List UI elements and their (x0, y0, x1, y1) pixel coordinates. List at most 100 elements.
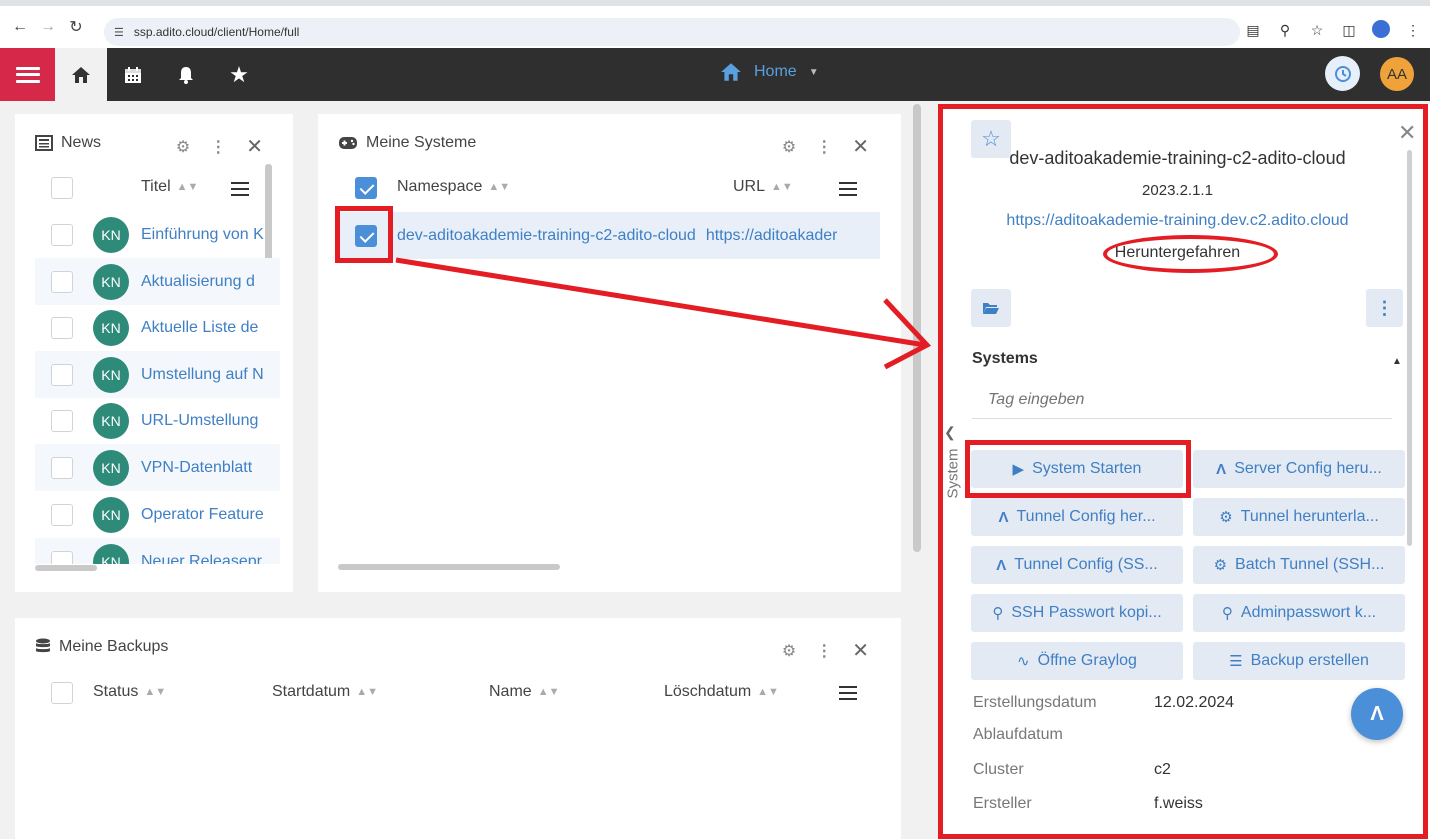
translate-icon[interactable]: ▤ (1244, 22, 1262, 39)
column-label: Name (489, 683, 532, 700)
news-link[interactable]: VPN-Datenblatt (141, 459, 252, 477)
close-icon[interactable]: ✕ (246, 134, 263, 159)
row-checkbox[interactable] (51, 503, 73, 526)
settings-gear-icon[interactable]: ⚙ (176, 137, 190, 157)
user-avatar[interactable]: AA (1380, 57, 1414, 91)
column-label: URL (733, 178, 766, 195)
main-menu-button[interactable] (0, 48, 55, 101)
hamburger-icon (15, 66, 40, 83)
row-checkbox[interactable] (51, 409, 73, 432)
news-link[interactable]: URL-Umstellung (141, 412, 258, 430)
select-all-checkbox[interactable] (355, 177, 377, 199)
row-checkbox[interactable] (51, 316, 73, 339)
avatar: KN (93, 496, 129, 533)
column-header-titel[interactable]: Titel ▲▼ (141, 178, 198, 196)
annotation-start-box (965, 440, 1191, 498)
annotation-checkbox-box (335, 206, 393, 263)
avatar: KN (93, 309, 129, 346)
page-switcher[interactable]: Home ▼ (720, 62, 819, 82)
sort-icon: ▲▼ (757, 686, 779, 698)
more-vertical-icon[interactable]: ⋮ (210, 137, 226, 157)
url-cell[interactable]: https://aditoakader (706, 227, 838, 245)
gamepad-icon (339, 137, 357, 149)
home-title-icon (721, 63, 741, 81)
avatar: KN (93, 449, 129, 486)
list-item[interactable]: KN Aktuelle Liste de (35, 304, 280, 351)
column-header-status[interactable]: Status ▲▼ (93, 683, 166, 701)
list-item[interactable]: KN VPN-Datenblatt (35, 444, 280, 491)
url-text: ssp.adito.cloud/client/Home/full (133, 25, 300, 39)
more-vertical-icon[interactable]: ⋮ (816, 641, 832, 661)
sort-icon: ▲▼ (537, 686, 560, 698)
news-link[interactable]: Umstellung auf N (141, 366, 264, 384)
column-header-name[interactable]: Name ▲▼ (489, 683, 559, 701)
more-vertical-icon[interactable]: ⋮ (816, 137, 832, 157)
column-header-namespace[interactable]: Namespace ▲▼ (397, 178, 510, 196)
list-item[interactable]: KN Einführung von K (35, 211, 280, 258)
side-panel-icon[interactable]: ◫ (1340, 22, 1358, 39)
column-label: Titel (141, 178, 171, 195)
select-all-checkbox[interactable] (51, 682, 73, 704)
namespace-cell[interactable]: dev-aditoakademie-training-c2-adito-clou… (397, 227, 696, 245)
column-label: Namespace (397, 178, 483, 195)
list-item[interactable]: KN Neuer Releasepr (35, 538, 280, 564)
column-header-startdatum[interactable]: Startdatum ▲▼ (272, 683, 378, 701)
reload-icon[interactable]: ↻ (62, 13, 90, 41)
column-menu-icon[interactable] (231, 182, 249, 196)
sort-icon: ▲▼ (144, 686, 167, 698)
table-row[interactable]: dev-aditoakademie-training-c2-adito-clou… (338, 212, 880, 259)
column-label: Status (93, 683, 139, 700)
zoom-icon[interactable]: ⚲ (1276, 22, 1294, 39)
database-icon (36, 638, 50, 653)
avatar: KN (93, 402, 129, 439)
horizontal-scrollbar[interactable] (35, 565, 97, 571)
site-settings-icon[interactable]: ☰ (114, 26, 124, 39)
column-label: Startdatum (272, 683, 351, 700)
bookmark-star-icon[interactable]: ☆ (1308, 22, 1326, 39)
row-checkbox[interactable] (51, 223, 73, 246)
calendar-icon[interactable] (107, 48, 159, 101)
column-header-url[interactable]: URL ▲▼ (733, 178, 793, 196)
row-checkbox[interactable] (51, 270, 73, 293)
news-link[interactable]: Einführung von K (141, 226, 264, 244)
settings-gear-icon[interactable]: ⚙ (782, 137, 796, 157)
systems-title: Meine Systeme (366, 134, 477, 151)
browser-menu-icon[interactable]: ⋮ (1404, 22, 1422, 39)
news-link[interactable]: Neuer Releasepr (141, 553, 262, 565)
systems-panel: Meine Systeme ⚙ ⋮ ✕ Namespace ▲▼ URL ▲▼ de… (318, 114, 901, 592)
backups-title: Meine Backups (59, 638, 169, 655)
backups-panel: Meine Backups ⚙ ⋮ ✕ Status ▲▼ Startdatum ▲… (15, 618, 901, 839)
row-checkbox[interactable] (51, 363, 73, 386)
horizontal-scrollbar[interactable] (338, 564, 560, 570)
news-link[interactable]: Aktuelle Liste de (141, 319, 258, 337)
settings-gear-icon[interactable]: ⚙ (782, 641, 796, 661)
list-item[interactable]: KN Umstellung auf N (35, 351, 280, 398)
forward-icon[interactable]: → (34, 13, 62, 41)
chevron-down-icon: ▼ (808, 66, 819, 78)
news-link[interactable]: Aktualisierung d (141, 273, 255, 291)
close-icon[interactable]: ✕ (852, 638, 869, 663)
list-item[interactable]: KN Operator Feature (35, 491, 280, 538)
avatar: KN (93, 543, 129, 564)
row-checkbox[interactable] (51, 456, 73, 479)
row-checkbox[interactable] (51, 550, 73, 564)
column-header-loeschdatum[interactable]: Löschdatum ▲▼ (664, 683, 779, 701)
back-icon[interactable]: ← (6, 13, 34, 41)
column-menu-icon[interactable] (839, 686, 857, 700)
profile-icon[interactable] (1372, 20, 1390, 41)
news-link[interactable]: Operator Feature (141, 506, 264, 524)
list-item[interactable]: KN Aktualisierung d (35, 258, 280, 305)
column-menu-icon[interactable] (839, 182, 857, 196)
home-tab[interactable] (55, 48, 107, 101)
main-scrollbar[interactable] (913, 104, 921, 552)
list-item[interactable]: KN URL-Umstellung (35, 397, 280, 444)
bell-icon[interactable] (160, 48, 212, 101)
favorites-star-icon[interactable]: ★ (213, 48, 265, 101)
avatar: KN (93, 263, 129, 300)
close-icon[interactable]: ✕ (852, 134, 869, 159)
sort-icon: ▲▼ (771, 181, 793, 193)
history-button[interactable] (1325, 56, 1360, 91)
select-all-checkbox[interactable] (51, 177, 73, 199)
address-bar[interactable]: ☰ ssp.adito.cloud/client/Home/full (104, 18, 1240, 46)
sort-icon: ▲▼ (488, 181, 511, 193)
